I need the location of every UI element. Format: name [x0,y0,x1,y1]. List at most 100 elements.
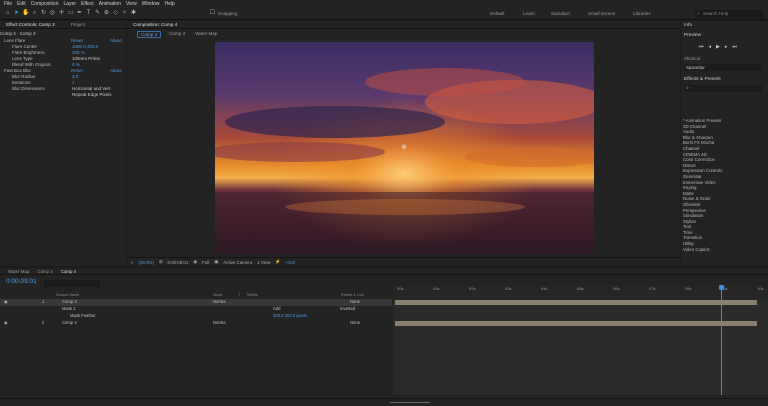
roi-icon[interactable]: ▣ [214,259,218,265]
hand-tool-icon[interactable]: ✋ [22,10,29,17]
tab-water-map[interactable]: Water Map [193,31,219,38]
menu-animation[interactable]: Animation [99,1,121,7]
type-tool-icon[interactable]: T [85,10,92,17]
menu-effect[interactable]: Effect [81,1,94,7]
roto-tool-icon[interactable]: ✧ [121,10,128,17]
tab-comp-4[interactable]: Comp 4 [61,269,76,274]
effects-presets-title[interactable]: Effects & Presets [684,77,721,82]
shortcut-dropdown[interactable]: Spacebar [684,64,762,71]
rectangle-tool-icon[interactable]: ▭ [67,10,74,17]
layer-1-bar[interactable] [395,300,757,305]
zoom-tool-icon[interactable]: ⌕ [31,10,38,17]
layer-2-bar[interactable] [395,321,757,326]
timeline-timecode[interactable]: 0:00:09:01 [6,278,37,285]
home-icon[interactable]: ⌂ [4,10,11,17]
mask-mode[interactable]: Add [273,306,280,313]
pen-tool-icon[interactable]: ✒ [76,10,83,17]
repeat-edge-checkbox[interactable]: Repeat Edge Pixels [72,92,112,98]
layer-name[interactable]: Comp 3 [62,299,77,306]
time-ruler[interactable]: 00s 01s 02s 03s 04s 05s 06s 07s 08s 09s 10s [393,285,768,299]
prev-frame-icon[interactable]: ◂ [709,44,712,50]
effect-controls-panel: Effect Controls: Comp 3 Project Comp 4 ·… [0,21,126,266]
tab-comp-3[interactable]: Comp 3 [167,31,187,38]
tab-water-map[interactable]: Water Map [8,269,29,274]
snapping-label: Snapping [218,11,238,16]
tab-comp-4[interactable]: Comp 4 [137,31,162,38]
tab-project[interactable]: Project [69,22,87,27]
exposure-value[interactable]: +0.0 [286,260,295,265]
timeline-search-input[interactable] [44,280,100,287]
menu-window[interactable]: Window [142,1,160,7]
layer-row[interactable]: Mask 1 Add Inverted [0,306,392,313]
layer-name[interactable]: Comp 3 [62,320,77,327]
grid-icon[interactable]: ⊞ [159,259,163,265]
camera-dropdown[interactable]: Active Camera [223,260,252,265]
menu-help[interactable]: Help [164,1,174,7]
views-dropdown[interactable]: 1 View [257,260,270,265]
effects-list: * Animation Presets 3D Channel Audio Blur &… [683,118,765,252]
workspace-libraries[interactable]: Libraries [633,11,651,16]
effect-category-item[interactable]: Video Copilot [683,247,765,253]
rotate-tool-icon[interactable]: ↻ [40,10,47,17]
search-help-input[interactable]: ⌕ Search Help [695,10,763,18]
fast-preview-icon[interactable]: ⚡ [275,259,280,265]
search-icon: ⌕ [697,11,700,16]
fx-label: Flare Brightness [12,50,45,55]
pan-behind-icon[interactable]: ✛ [58,10,65,17]
brush-tool-icon[interactable]: ✎ [94,10,101,17]
workspace-standard[interactable]: Standard [551,11,570,16]
zoom-slider[interactable] [390,402,430,403]
last-frame-icon[interactable]: ⏭ [732,44,737,50]
mask-inverted[interactable]: Inverted [340,306,355,313]
col-trkmat: TrkMat [246,293,258,297]
menu-view[interactable]: View [126,1,137,7]
workspace-learn[interactable]: Learn [523,11,535,16]
preview-panel-title[interactable]: Preview [684,33,701,38]
next-frame-icon[interactable]: ▸ [725,44,728,50]
camera-tool-icon[interactable]: ◎ [49,10,56,17]
first-frame-icon[interactable]: ⏮ [699,44,704,50]
layer-parent[interactable]: None [350,320,360,327]
playhead[interactable] [719,285,724,395]
play-icon[interactable]: ▶ [716,44,720,50]
fx-row-repeat-edge[interactable]: Repeat Edge Pixels [0,92,126,98]
magnify-icon[interactable]: ⌕ [131,260,133,265]
menu-composition[interactable]: Composition [31,1,59,7]
mask-name[interactable]: Mask 1 [62,306,76,313]
layer-row[interactable]: ◉ 1 Comp 3 Norma None [0,299,392,306]
selection-tool-icon[interactable]: ➤ [13,10,20,17]
visibility-icon[interactable]: ◉ [4,299,8,306]
menu-file[interactable]: File [4,1,12,7]
zoom-dropdown[interactable]: (49.3%) [138,260,153,265]
resolution-dropdown[interactable]: Full [202,260,209,265]
composition-title[interactable]: Composition: Comp 4 [131,22,179,27]
track-area[interactable] [393,285,768,395]
layer-mode[interactable]: Norma [213,299,226,306]
anchor-point-icon[interactable]: ⊕ [401,143,407,151]
timecode-display[interactable]: 0:00:09:01 [168,260,189,265]
mask-feather-value[interactable]: 303.0,303.0 pixels [273,313,307,320]
tab-effect-controls[interactable]: Effect Controls: Comp 3 [4,22,57,27]
snapping-checkbox[interactable]: ☐ [209,10,216,17]
clone-tool-icon[interactable]: ⊕ [103,10,110,17]
info-panel-title[interactable]: Info [684,23,692,28]
effects-search-input[interactable]: ⌕ [684,85,762,92]
composition-panel: Composition: Comp 4 Comp 4 Comp 3 Water … [127,21,680,266]
eraser-tool-icon[interactable]: ◇ [112,10,119,17]
ruler-tick-label: 08s [685,286,692,291]
menu-edit[interactable]: Edit [17,1,26,7]
puppet-tool-icon[interactable]: ✱ [130,10,137,17]
layer-parent[interactable]: None [350,299,360,306]
timeline-panel: Water Map Comp 3 Comp 4 0:00:09:01 Sourc… [0,268,768,406]
composition-tabs: Comp 4 Comp 3 Water Map [137,31,219,38]
visibility-icon[interactable]: ◉ [4,320,8,327]
snapshot-icon[interactable]: ◉ [193,259,197,265]
playhead-handle[interactable] [719,285,724,290]
layer-row[interactable]: Mask Feather 303.0,303.0 pixels [0,313,392,320]
layer-mode[interactable]: Norma [213,320,226,327]
menu-layer[interactable]: Layer [63,1,76,7]
workspace-default[interactable]: Default [490,11,505,16]
tab-comp-3[interactable]: Comp 3 [37,269,52,274]
workspace-small-screen[interactable]: Small Screen [588,11,615,16]
layer-row[interactable]: ◉ 2 Comp 3 Norma None [0,320,392,327]
